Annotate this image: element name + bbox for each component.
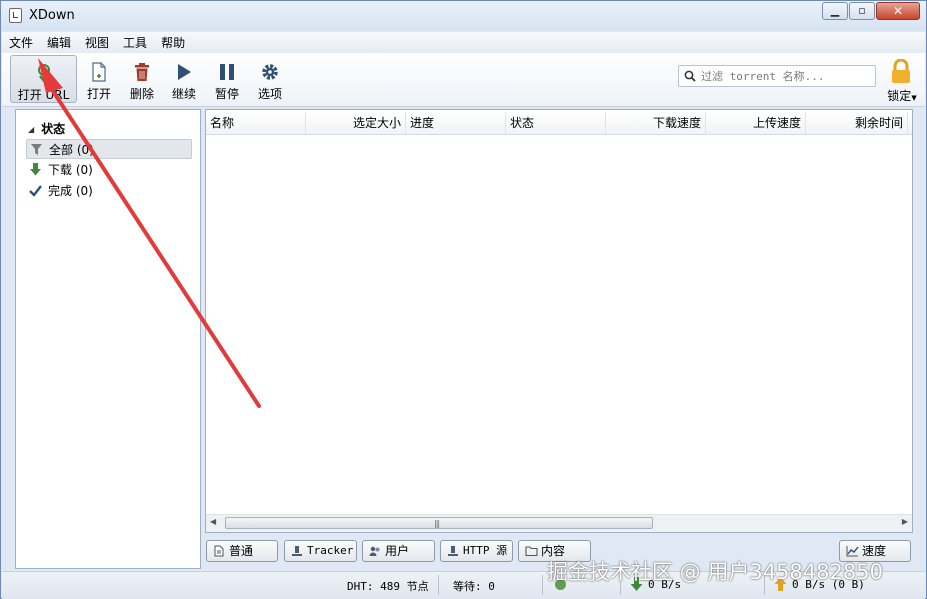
tab-tracker-label: Tracker — [307, 544, 354, 557]
lock-icon — [892, 59, 910, 83]
tab-tracker[interactable]: Tracker — [284, 540, 357, 562]
status-separator — [542, 575, 543, 595]
menu-tools[interactable]: 工具 — [116, 33, 154, 53]
status-heading-label: 状态 — [41, 122, 66, 136]
col-status[interactable]: 状态 — [506, 112, 606, 134]
trash-icon — [135, 63, 149, 81]
collapse-triangle-icon[interactable]: ◢ — [28, 125, 34, 134]
pause-button[interactable]: 暂停 — [210, 55, 244, 103]
torrent-list: 名称 选定大小 进度 状态 下载速度 上传速度 剩余时间 ◀ ||| ▶ — [205, 109, 913, 533]
sidebar-item-completed-label: 完成 (0) — [48, 184, 93, 198]
column-header: 名称 选定大小 进度 状态 下载速度 上传速度 剩余时间 — [206, 112, 912, 135]
chevron-down-icon: ▼ — [911, 94, 917, 102]
grip-icon: ||| — [434, 519, 440, 528]
checkmark-icon — [29, 185, 42, 197]
torrent-filter-input[interactable] — [701, 67, 871, 85]
resume-button[interactable]: 继续 — [167, 55, 201, 103]
sidebar-item-downloading-label: 下载 (0) — [48, 163, 93, 177]
close-icon: ✕ — [892, 4, 904, 18]
col-name[interactable]: 名称 — [206, 112, 306, 134]
sidebar-item-downloading[interactable]: 下载 (0) — [26, 160, 192, 180]
status-separator — [438, 575, 439, 595]
window-title: XDown — [29, 8, 75, 23]
tab-peers-label: 用户 — [385, 544, 410, 558]
tab-peers[interactable]: 用户 — [362, 540, 435, 562]
minimize-button[interactable]: ▁ — [822, 2, 848, 20]
sidebar-item-completed[interactable]: 完成 (0) — [26, 181, 192, 201]
scroll-left-icon[interactable]: ◀ — [210, 517, 216, 526]
open-url-button[interactable]: 打开 URL — [10, 55, 77, 103]
sidebar-item-all-label: 全部 (0) — [49, 143, 94, 157]
play-icon — [178, 64, 191, 80]
app-window: XDown ▁ ▫ ✕ 文件 编辑 视图 工具 帮助 打开 URL 打开 删除 … — [0, 0, 927, 599]
folder-icon — [525, 546, 538, 557]
close-button[interactable]: ✕ — [876, 2, 920, 20]
tracker-icon — [292, 546, 302, 556]
lock-label: 锁定▼ — [882, 87, 922, 104]
open-url-label: 打开 URL — [17, 88, 70, 102]
col-time-remaining[interactable]: 剩余时间 — [806, 112, 908, 134]
tab-general[interactable]: 普通 — [206, 540, 278, 562]
menu-edit[interactable]: 编辑 — [40, 33, 78, 53]
col-progress[interactable]: 进度 — [406, 112, 506, 134]
open-button[interactable]: 打开 — [82, 55, 116, 103]
sidebar-item-all[interactable]: 全部 (0) — [26, 139, 192, 159]
tab-http-sources[interactable]: HTTP 源 — [440, 540, 513, 562]
watermark: 掘金技术社区 @ 用户3458482850 — [547, 560, 883, 584]
scrollbar-thumb[interactable]: ||| — [225, 517, 653, 529]
delete-button[interactable]: 删除 — [124, 55, 160, 103]
search-icon — [684, 70, 696, 82]
pause-label: 暂停 — [214, 87, 239, 101]
status-sidebar: ◢ 状态 全部 (0) 下载 (0) 完成 (0) — [15, 109, 201, 569]
horizontal-scrollbar[interactable]: ◀ ||| ▶ — [206, 514, 912, 532]
link-download-icon — [37, 64, 50, 83]
tab-general-label: 普通 — [229, 544, 254, 558]
menu-bar: 文件 编辑 视图 工具 帮助 — [2, 32, 925, 53]
file-add-icon — [92, 62, 106, 82]
status-tree-heading[interactable]: ◢ 状态 — [28, 120, 65, 137]
delete-label: 删除 — [129, 87, 154, 101]
waiting-status: 等待: 0 — [453, 580, 495, 593]
general-info-icon — [214, 545, 224, 557]
lock-label-text: 锁定 — [887, 89, 912, 103]
menu-file[interactable]: 文件 — [2, 33, 40, 53]
menu-help[interactable]: 帮助 — [154, 33, 192, 53]
open-label: 打开 — [86, 87, 111, 101]
http-source-icon — [448, 546, 458, 556]
app-icon — [9, 8, 22, 23]
dht-status: DHT: 489 节点 — [347, 580, 429, 593]
window-controls: ▁ ▫ ✕ — [821, 2, 920, 22]
minimize-icon: ▁ — [830, 4, 840, 17]
pause-icon — [220, 64, 234, 80]
options-button[interactable]: 选项 — [253, 55, 287, 103]
scroll-right-icon[interactable]: ▶ — [902, 517, 908, 526]
menu-view[interactable]: 视图 — [78, 33, 116, 53]
maximize-button[interactable]: ▫ — [849, 2, 875, 20]
torrent-filter-box[interactable] — [678, 65, 876, 87]
col-selected-size[interactable]: 选定大小 — [306, 112, 406, 134]
col-upload-speed[interactable]: 上传速度 — [706, 112, 806, 134]
lock-button[interactable]: 锁定▼ — [882, 57, 922, 103]
arrow-down-icon — [30, 163, 41, 176]
gear-icon — [262, 64, 278, 80]
toolbar: 打开 URL 打开 删除 继续 暂停 选项 过滤 torrent 名称... 锁… — [2, 53, 925, 107]
filter-icon — [31, 144, 42, 155]
col-download-speed[interactable]: 下载速度 — [606, 112, 706, 134]
options-label: 选项 — [257, 87, 282, 101]
maximize-icon: ▫ — [858, 4, 866, 17]
users-icon — [369, 546, 380, 556]
title-bar: XDown ▁ ▫ ✕ — [1, 1, 926, 31]
resume-label: 继续 — [171, 87, 196, 101]
tab-http-sources-label: HTTP 源 — [463, 544, 508, 557]
